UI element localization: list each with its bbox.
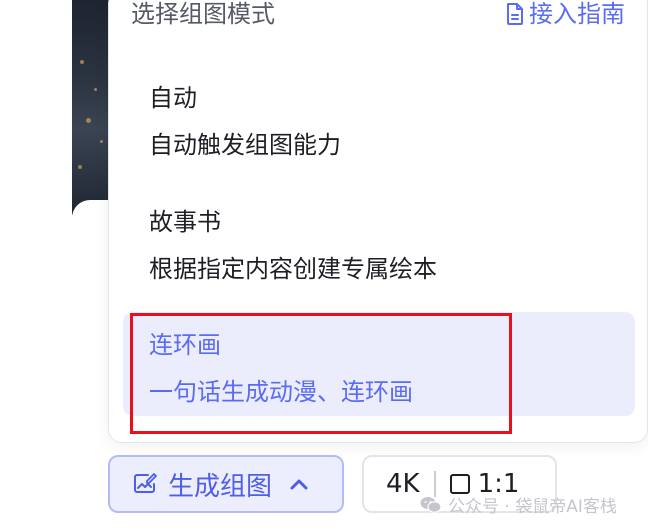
watermark-text: 公众号 · 袋鼠帝AI客栈 bbox=[448, 497, 617, 517]
document-icon bbox=[507, 3, 523, 25]
background-image bbox=[72, 0, 110, 215]
square-icon bbox=[449, 474, 470, 494]
option-title: 连环画 bbox=[149, 331, 221, 359]
page-background bbox=[0, 0, 72, 530]
option-storybook[interactable]: 故事书 根据指定内容创建专属绘本 bbox=[123, 207, 635, 287]
option-description: 自动触发组图能力 bbox=[149, 131, 341, 159]
generate-group-button[interactable]: 生成组图 bbox=[108, 455, 344, 513]
option-auto[interactable]: 自动 自动触发组图能力 bbox=[123, 83, 635, 163]
guide-link-label: 接入指南 bbox=[529, 0, 625, 28]
generate-group-label: 生成组图 bbox=[168, 471, 273, 502]
option-description: 根据指定内容创建专属绘本 bbox=[149, 255, 437, 283]
option-title: 故事书 bbox=[149, 208, 221, 236]
dropdown-title: 选择组图模式 bbox=[131, 0, 275, 28]
option-description: 一句话生成动漫、连环画 bbox=[149, 378, 413, 406]
image-edit-icon bbox=[134, 473, 157, 493]
chevron-up-icon bbox=[290, 479, 308, 490]
group-mode-dropdown: 选择组图模式 接入指南 自动 自动触发组图能力 故事书 根据指定内容创建专属绘本… bbox=[108, 0, 648, 443]
option-title: 自动 bbox=[149, 84, 197, 112]
option-comic-strip[interactable]: 连环画 一句话生成动漫、连环画 bbox=[123, 312, 635, 416]
resolution-value: 4K bbox=[386, 469, 420, 499]
wechat-icon bbox=[420, 496, 442, 513]
guide-link[interactable]: 接入指南 bbox=[505, 0, 625, 29]
watermark: 公众号 · 袋鼠帝AI客栈 bbox=[420, 492, 617, 517]
dropdown-header: 选择组图模式 接入指南 bbox=[131, 0, 625, 29]
